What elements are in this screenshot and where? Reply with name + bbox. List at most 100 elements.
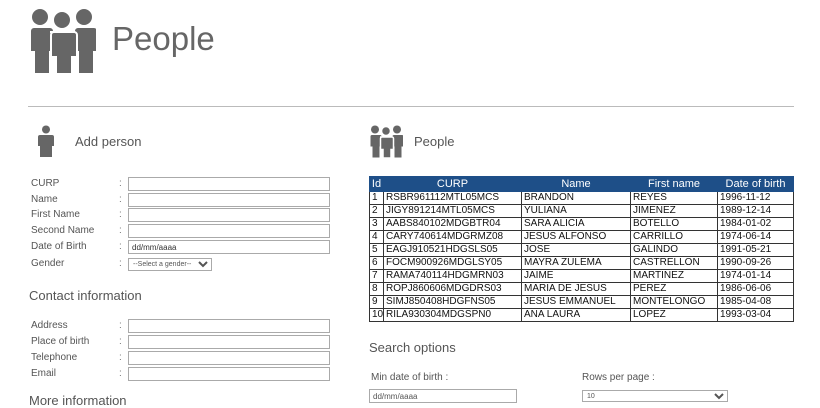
cell-date-of-birth: 1996-11-12 bbox=[717, 191, 794, 205]
cell-curp: JIGY891214MTL05MCS bbox=[383, 204, 522, 218]
cell-date-of-birth: 1984-01-02 bbox=[717, 217, 794, 231]
table-row[interactable]: 3 AABS840102MDGBTR04 SARA ALICIA BOTELLO 198… bbox=[369, 217, 794, 231]
field-label: CURP bbox=[31, 178, 60, 189]
person-icon bbox=[38, 125, 54, 157]
cell-first-name: GALINDO bbox=[630, 243, 718, 257]
table-row[interactable]: 8 ROPJ860606MDGDRS03 MARIA DE JESUS PEREZ 19… bbox=[369, 282, 794, 296]
column-header-first-name[interactable]: First name bbox=[630, 176, 718, 192]
cell-first-name: MONTELONGO bbox=[630, 295, 718, 309]
cell-name: JESUS EMMANUEL bbox=[521, 295, 631, 309]
cell-first-name: CASTRELLON bbox=[630, 256, 718, 270]
place-of-birth-input[interactable] bbox=[128, 335, 330, 349]
cell-name: YULIANA bbox=[521, 204, 631, 218]
second-name-input[interactable] bbox=[128, 224, 330, 238]
cell-id: 3 bbox=[369, 217, 384, 231]
cell-curp: ROPJ860606MDGDRS03 bbox=[383, 282, 522, 296]
cell-curp: FOCM900926MDGLSY05 bbox=[383, 256, 522, 270]
cell-first-name: LOPEZ bbox=[630, 308, 718, 322]
cell-date-of-birth: 1993-03-04 bbox=[717, 308, 794, 322]
telephone-input[interactable] bbox=[128, 351, 330, 365]
people-group-icon bbox=[370, 125, 403, 158]
cell-first-name: JIMENEZ bbox=[630, 204, 718, 218]
table-row[interactable]: 7 RAMA740114HDGMRN03 JAIME MARTINEZ 1974-01-… bbox=[369, 269, 794, 283]
cell-id: 8 bbox=[369, 282, 384, 296]
field-label: Email bbox=[31, 368, 57, 379]
field-label: Date of Birth bbox=[31, 241, 87, 252]
cell-id: 9 bbox=[369, 295, 384, 309]
table-row[interactable]: 4 CARY740614MDGRMZ08 JESUS ALFONSO CARRILLO… bbox=[369, 230, 794, 244]
rows-per-page-select[interactable]: 10 bbox=[582, 390, 728, 402]
field-label: First Name bbox=[31, 209, 80, 220]
cell-date-of-birth: 1990-09-26 bbox=[717, 256, 794, 270]
table-row[interactable]: 2 JIGY891214MTL05MCS YULIANA JIMENEZ 1989-12… bbox=[369, 204, 794, 218]
field-label: Gender bbox=[31, 258, 65, 269]
cell-date-of-birth: 1974-01-14 bbox=[717, 269, 794, 283]
first-name-input[interactable] bbox=[128, 208, 330, 222]
cell-first-name: PEREZ bbox=[630, 282, 718, 296]
cell-name: SARA ALICIA bbox=[521, 217, 631, 231]
table-row[interactable]: 6 FOCM900926MDGLSY05 MAYRA ZULEMA CASTRELLO… bbox=[369, 256, 794, 270]
cell-name: BRANDON bbox=[521, 191, 631, 205]
people-group-icon bbox=[30, 9, 96, 74]
add-person-title: Add person bbox=[75, 134, 142, 149]
gender-select[interactable]: --Select a gender-- bbox=[128, 258, 212, 271]
email-input[interactable] bbox=[128, 367, 330, 381]
cell-curp: RILA930304MDGSPN0 bbox=[383, 308, 522, 322]
cell-id: 5 bbox=[369, 243, 384, 257]
cell-name: JOSE bbox=[521, 243, 631, 257]
cell-name: MAYRA ZULEMA bbox=[521, 256, 631, 270]
cell-id: 2 bbox=[369, 204, 384, 218]
cell-date-of-birth: 1989-12-14 bbox=[717, 204, 794, 218]
table-row[interactable]: 5 EAGJ910521HDGSLS05 JOSE GALINDO 1991-05-21 bbox=[369, 243, 794, 257]
cell-curp: RAMA740114HDGMRN03 bbox=[383, 269, 522, 283]
address-input[interactable] bbox=[128, 319, 330, 333]
more-info-title: More information bbox=[29, 393, 127, 408]
field-label: Address bbox=[31, 320, 68, 331]
contact-info-title: Contact information bbox=[29, 288, 142, 303]
table-header-row: Id CURP Name First name Date of birth bbox=[369, 176, 794, 192]
cell-date-of-birth: 1991-05-21 bbox=[717, 243, 794, 257]
table-row[interactable]: 9 SIMJ850408HDGFNS05 JESUS EMMANUEL MONTELO… bbox=[369, 295, 794, 309]
header-divider bbox=[28, 106, 794, 107]
column-header-curp[interactable]: CURP bbox=[383, 176, 522, 192]
cell-name: JAIME bbox=[521, 269, 631, 283]
cell-curp: CARY740614MDGRMZ08 bbox=[383, 230, 522, 244]
cell-date-of-birth: 1986-06-06 bbox=[717, 282, 794, 296]
cell-first-name: REYES bbox=[630, 191, 718, 205]
cell-id: 4 bbox=[369, 230, 384, 244]
min-dob-label: Min date of birth : bbox=[371, 372, 449, 383]
field-label: Second Name bbox=[31, 225, 95, 236]
cell-curp: SIMJ850408HDGFNS05 bbox=[383, 295, 522, 309]
cell-name: JESUS ALFONSO bbox=[521, 230, 631, 244]
people-table-body: 1 RSBR961112MTL05MCS BRANDON REYES 1996-11-1… bbox=[369, 191, 794, 322]
cell-first-name: BOTELLO bbox=[630, 217, 718, 231]
cell-name: ANA LAURA bbox=[521, 308, 631, 322]
curp-input[interactable] bbox=[128, 177, 330, 191]
cell-first-name: MARTINEZ bbox=[630, 269, 718, 283]
cell-id: 1 bbox=[369, 191, 384, 205]
people-panel-title: People bbox=[414, 134, 455, 149]
min-dob-input[interactable] bbox=[369, 389, 517, 403]
page-title: People bbox=[112, 20, 215, 57]
rows-per-page-label: Rows per page : bbox=[582, 372, 655, 383]
cell-id: 10 bbox=[369, 308, 384, 322]
field-label: Place of birth bbox=[31, 336, 90, 347]
table-row[interactable]: 10 RILA930304MDGSPN0 ANA LAURA LOPEZ 1993-03… bbox=[369, 308, 794, 322]
cell-date-of-birth: 1985-04-08 bbox=[717, 295, 794, 309]
cell-curp: AABS840102MDGBTR04 bbox=[383, 217, 522, 231]
cell-curp: EAGJ910521HDGSLS05 bbox=[383, 243, 522, 257]
people-table: Id CURP Name First name Date of birth 1R… bbox=[369, 176, 794, 322]
name-input[interactable] bbox=[128, 193, 330, 207]
cell-curp: RSBR961112MTL05MCS bbox=[383, 191, 522, 205]
date-of-birth-input[interactable] bbox=[128, 240, 330, 254]
column-header-name[interactable]: Name bbox=[521, 176, 631, 192]
search-options-title: Search options bbox=[369, 340, 456, 355]
cell-id: 7 bbox=[369, 269, 384, 283]
cell-date-of-birth: 1974-06-14 bbox=[717, 230, 794, 244]
cell-first-name: CARRILLO bbox=[630, 230, 718, 244]
column-header-date-of-birth[interactable]: Date of birth bbox=[717, 176, 794, 192]
column-header-id[interactable]: Id bbox=[369, 176, 384, 192]
cell-id: 6 bbox=[369, 256, 384, 270]
table-row[interactable]: 1 RSBR961112MTL05MCS BRANDON REYES 1996-11-1… bbox=[369, 191, 794, 205]
cell-name: MARIA DE JESUS bbox=[521, 282, 631, 296]
